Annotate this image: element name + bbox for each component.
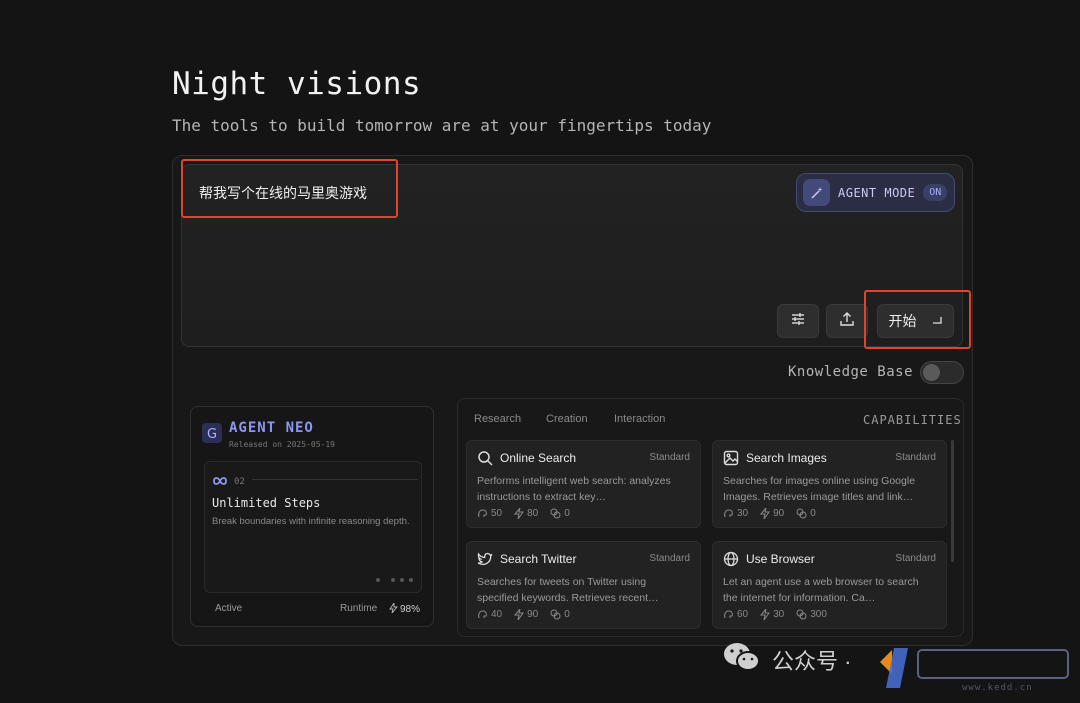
upload-button[interactable] bbox=[826, 304, 868, 338]
svg-text:G: G bbox=[207, 427, 217, 442]
capability-stats: 50 80 0 bbox=[477, 508, 570, 519]
stat-brain: 40 bbox=[477, 609, 502, 620]
capability-tier: Standard bbox=[895, 452, 936, 463]
agent-mode-label: AGENT MODE bbox=[838, 185, 916, 200]
agent-name: AGENT NEO bbox=[229, 420, 314, 436]
capability-tier: Standard bbox=[649, 452, 690, 463]
capability-description: Performs intelligent web search: analyze… bbox=[477, 475, 671, 503]
capability-card-search-twitter[interactable]: Search Twitter Standard Searches for twe… bbox=[466, 541, 701, 629]
stat-brain: 50 bbox=[477, 508, 502, 519]
stat-cost: 300 bbox=[796, 609, 827, 620]
capability-stats: 40 90 0 bbox=[477, 609, 570, 620]
tab-interaction[interactable]: Interaction bbox=[614, 413, 665, 425]
stat-brain: 60 bbox=[723, 609, 748, 620]
tab-creation[interactable]: Creation bbox=[546, 413, 588, 425]
capability-description: Let an agent use a web browser to search… bbox=[723, 576, 919, 604]
capability-name: Online Search bbox=[500, 451, 577, 465]
capability-card-use-browser[interactable]: Use Browser Standard Let an agent use a … bbox=[712, 541, 947, 629]
watermark-text: 公众号 · bbox=[772, 648, 852, 674]
step-title: Unlimited Steps bbox=[212, 496, 321, 510]
prompt-highlight-box bbox=[181, 159, 398, 218]
knowledge-base-label: Knowledge Base bbox=[788, 364, 914, 380]
tab-research[interactable]: Research bbox=[474, 413, 521, 425]
image-icon bbox=[723, 450, 739, 466]
stat-cost: 0 bbox=[550, 508, 570, 519]
magic-wand-icon bbox=[803, 179, 830, 206]
runtime-value: 98% bbox=[389, 601, 420, 616]
upload-icon bbox=[839, 311, 855, 332]
twitter-icon bbox=[477, 551, 493, 567]
divider bbox=[252, 479, 418, 480]
agent-mode-state: ON bbox=[923, 184, 948, 201]
bolt-icon bbox=[389, 601, 398, 616]
watermark: 公众号 · bbox=[722, 640, 851, 679]
step-number: 02 bbox=[234, 477, 245, 487]
stat-cost: 0 bbox=[796, 508, 816, 519]
agent-mode-toggle[interactable]: AGENT MODE ON bbox=[796, 173, 955, 212]
pagination-dots[interactable] bbox=[376, 578, 413, 582]
infinity-icon bbox=[212, 473, 228, 491]
agent-neo-logo-icon: G bbox=[202, 423, 222, 443]
globe-icon bbox=[723, 551, 739, 567]
capability-stats: 30 90 0 bbox=[723, 508, 816, 519]
step-description: Break boundaries with infinite reasoning… bbox=[212, 516, 410, 527]
capability-description: Searches for tweets on Twitter using spe… bbox=[477, 576, 659, 604]
capability-tier: Standard bbox=[649, 553, 690, 564]
wechat-icon bbox=[722, 640, 762, 679]
capability-name: Search Images bbox=[746, 451, 827, 465]
page-subtitle: The tools to build tomorrow are at your … bbox=[172, 116, 712, 135]
runtime-label: Runtime bbox=[340, 603, 378, 614]
start-highlight-box bbox=[864, 290, 971, 349]
watermark-site: www.kedd.cn bbox=[962, 683, 1033, 693]
capabilities-heading: CAPABILITIES bbox=[863, 413, 962, 427]
page-title: Night visions bbox=[172, 66, 422, 102]
capability-name: Use Browser bbox=[746, 552, 815, 566]
capability-card-search-images[interactable]: Search Images Standard Searches for imag… bbox=[712, 440, 947, 528]
search-icon bbox=[477, 450, 493, 466]
capability-description: Searches for images online using Google … bbox=[723, 475, 916, 503]
stat-speed: 30 bbox=[760, 609, 784, 620]
capability-stats: 60 30 300 bbox=[723, 609, 827, 620]
stat-speed: 80 bbox=[514, 508, 538, 519]
stat-speed: 90 bbox=[514, 609, 538, 620]
toggle-knob bbox=[923, 364, 940, 381]
agent-status: Active bbox=[215, 603, 243, 614]
sliders-icon bbox=[790, 311, 806, 332]
stat-cost: 0 bbox=[550, 609, 570, 620]
stat-brain: 30 bbox=[723, 508, 748, 519]
settings-sliders-button[interactable] bbox=[777, 304, 819, 338]
capability-name: Search Twitter bbox=[500, 552, 577, 566]
agent-release-date: Released on 2025-05-19 bbox=[229, 440, 335, 449]
capability-tier: Standard bbox=[895, 553, 936, 564]
stat-speed: 90 bbox=[760, 508, 784, 519]
capabilities-scrollbar[interactable] bbox=[951, 440, 954, 562]
knowledge-base-toggle[interactable] bbox=[920, 361, 964, 384]
capability-card-online-search[interactable]: Online Search Standard Performs intellig… bbox=[466, 440, 701, 528]
